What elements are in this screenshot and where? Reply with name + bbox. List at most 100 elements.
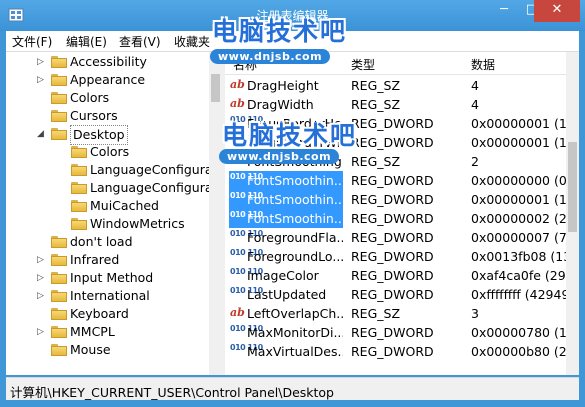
menu-favorites[interactable]: 收藏夹	[174, 33, 210, 50]
binary-value-icon: 010 110	[230, 267, 263, 276]
tree-item-label: International	[70, 288, 150, 303]
value-data: 0xffffffff (42949	[471, 287, 570, 302]
menu-view[interactable]: 查看(V)	[119, 33, 161, 50]
value-data: 0x00000001 (1)	[471, 135, 572, 150]
menu-file[interactable]: 文件(F)	[12, 33, 52, 50]
collapsed-arrow-icon[interactable]: ▷	[37, 58, 45, 67]
value-row[interactable]: 010 110 FontSmoothin... REG_DWORD 0x0000000…	[225, 171, 572, 190]
folder-icon	[51, 74, 67, 86]
folder-icon	[71, 218, 87, 230]
expanded-arrow-icon[interactable]: ◢	[37, 130, 45, 139]
value-type: REG_DWORD	[351, 230, 434, 245]
folder-icon	[71, 200, 87, 212]
tree-scrollbar[interactable]	[209, 52, 222, 375]
value-row[interactable]: ab DragHeight REG_SZ 4	[225, 76, 566, 95]
tree-item[interactable]: ▷ Input Method	[6, 269, 206, 287]
tree-item[interactable]: Colors	[26, 143, 206, 161]
value-name: LeftOverlapCh...	[247, 306, 343, 321]
column-type-header[interactable]: 类型	[351, 56, 375, 73]
column-data-header[interactable]: 数据	[471, 56, 495, 73]
binary-value-icon: 010 110	[230, 324, 263, 333]
tree-item[interactable]: WindowMetrics	[26, 215, 206, 233]
registry-editor-window: 注册表编辑器 ─ □ ✕ 文件(F) 编辑(E) 查看(V) 收藏夹 ▷ Acce…	[0, 0, 585, 407]
close-button[interactable]: ✕	[534, 0, 580, 22]
value-row[interactable]: 010 110 FontSmoothin... REG_DWORD 0x0000000…	[225, 209, 572, 228]
watermark-url-2: www.dnjsb.com	[219, 149, 340, 164]
value-data: 0x0013fb08 (13	[471, 249, 572, 264]
collapsed-arrow-icon[interactable]: ▷	[37, 328, 45, 337]
value-data: 0x00000000 (0)	[471, 173, 572, 188]
values-list-pane[interactable]: 名称 类型 数据 ab DragHeight REG_SZ 4 ab DragWidth R…	[225, 52, 579, 375]
value-type: REG_SZ	[351, 154, 401, 169]
value-row[interactable]: ab DragWidth REG_SZ 4	[225, 95, 566, 114]
tree-item[interactable]: ▷ Infrared	[6, 251, 206, 269]
folder-icon	[51, 308, 67, 320]
tree-item[interactable]: ▷ MMCPL	[6, 323, 206, 341]
collapsed-arrow-icon[interactable]: ▷	[37, 292, 45, 301]
tree-item[interactable]: LanguageConfigura	[26, 161, 213, 179]
menu-edit[interactable]: 编辑(E)	[66, 33, 107, 50]
value-name-cell: 010 110 LastUpdated	[229, 285, 343, 304]
watermark-text-2: 电脑技术吧	[222, 121, 358, 150]
value-type: REG_SZ	[351, 97, 401, 112]
value-data: 4	[471, 78, 479, 93]
tree-item-label: Input Method	[70, 270, 154, 285]
minimize-button[interactable]: ─	[490, 0, 518, 22]
value-row[interactable]: 010 110 ForegroundFla... REG_DWORD 0x000000…	[225, 228, 572, 247]
registry-tree-pane[interactable]: ▷ Accessibility ▷ Appearance Colors Cursors ◢ D…	[6, 52, 222, 375]
tree-item[interactable]: Cursors	[6, 107, 206, 125]
value-name: DragWidth	[247, 97, 314, 112]
tree-item[interactable]: ▷ Accessibility	[6, 53, 206, 71]
string-value-icon: ab	[230, 97, 245, 110]
string-value-icon: ab	[230, 306, 245, 319]
value-data: 2	[471, 154, 479, 169]
folder-icon	[51, 56, 67, 68]
value-type: REG_DWORD	[351, 344, 434, 359]
value-row[interactable]: 010 110 LastUpdated REG_DWORD 0xffffffff (4…	[225, 285, 570, 304]
folder-icon	[51, 290, 67, 302]
value-row[interactable]: 010 110 FontSmoothin... REG_DWORD 0x0000000…	[225, 190, 572, 209]
tree-item[interactable]: ▷ Appearance	[6, 71, 206, 89]
value-type: REG_DWORD	[351, 325, 434, 340]
tree-item[interactable]: LanguageConfigura	[26, 179, 213, 197]
value-row[interactable]: ab LeftOverlapCh... REG_SZ 3	[225, 304, 566, 323]
value-type: REG_DWORD	[351, 287, 434, 302]
tree-item-label: LanguageConfigura	[90, 180, 213, 195]
list-scrollbar[interactable]	[566, 52, 579, 375]
value-row[interactable]: 010 110 MaxVirtualDes... REG_DWORD 0x00000b…	[225, 342, 575, 361]
tree-item[interactable]: ▷ International	[6, 287, 206, 305]
value-type: REG_DWORD	[351, 192, 434, 207]
value-name-cell: 010 110 ForegroundLo...	[229, 247, 343, 266]
folder-icon	[51, 326, 67, 338]
collapsed-arrow-icon[interactable]: ▷	[37, 76, 45, 85]
value-name: MaxMonitorDi...	[247, 325, 343, 340]
tree-item[interactable]: Mouse	[6, 341, 206, 359]
folder-icon	[51, 254, 67, 266]
status-bar: 计算机\HKEY_CURRENT_USER\Control Panel\Desk…	[6, 377, 579, 400]
value-type: REG_SZ	[351, 78, 401, 93]
tree-item-label: Accessibility	[70, 54, 147, 69]
tree-item[interactable]: MuiCached	[26, 197, 206, 215]
tree-item[interactable]: ◢ Desktop	[6, 125, 206, 145]
value-row[interactable]: 010 110 ImageColor REG_DWORD 0xaf4ca0fe (29…	[225, 266, 574, 285]
binary-value-icon: 010 110	[230, 210, 263, 219]
value-type: REG_DWORD	[351, 211, 434, 226]
tree-item[interactable]: don't load	[6, 233, 206, 251]
list-scrollbar-thumb[interactable]	[568, 142, 577, 232]
value-row[interactable]: 010 110 MaxMonitorDi... REG_DWORD 0x0000078…	[225, 323, 575, 342]
value-data: 4	[471, 97, 479, 112]
tree-scrollbar-thumb[interactable]	[211, 74, 220, 102]
tree-item-label: Infrared	[70, 252, 120, 267]
tree-item-label: Mouse	[70, 342, 111, 357]
value-name-cell: ab DragHeight	[229, 76, 343, 95]
value-row[interactable]: 010 110 ForegroundLo... REG_DWORD 0x0013fb0…	[225, 247, 571, 266]
value-name-cell: 010 110 FontSmoothin...	[229, 209, 343, 228]
collapsed-arrow-icon[interactable]: ▷	[37, 256, 45, 265]
tree-item[interactable]: Colors	[6, 89, 206, 107]
tree-item[interactable]: Keyboard	[6, 305, 206, 323]
value-name-cell: 010 110 MaxMonitorDi...	[229, 323, 343, 342]
tree-item-label: Keyboard	[70, 306, 129, 321]
value-name: ImageColor	[247, 268, 319, 283]
collapsed-arrow-icon[interactable]: ▷	[37, 274, 45, 283]
value-data: 0x00000001 (1)	[471, 192, 572, 207]
